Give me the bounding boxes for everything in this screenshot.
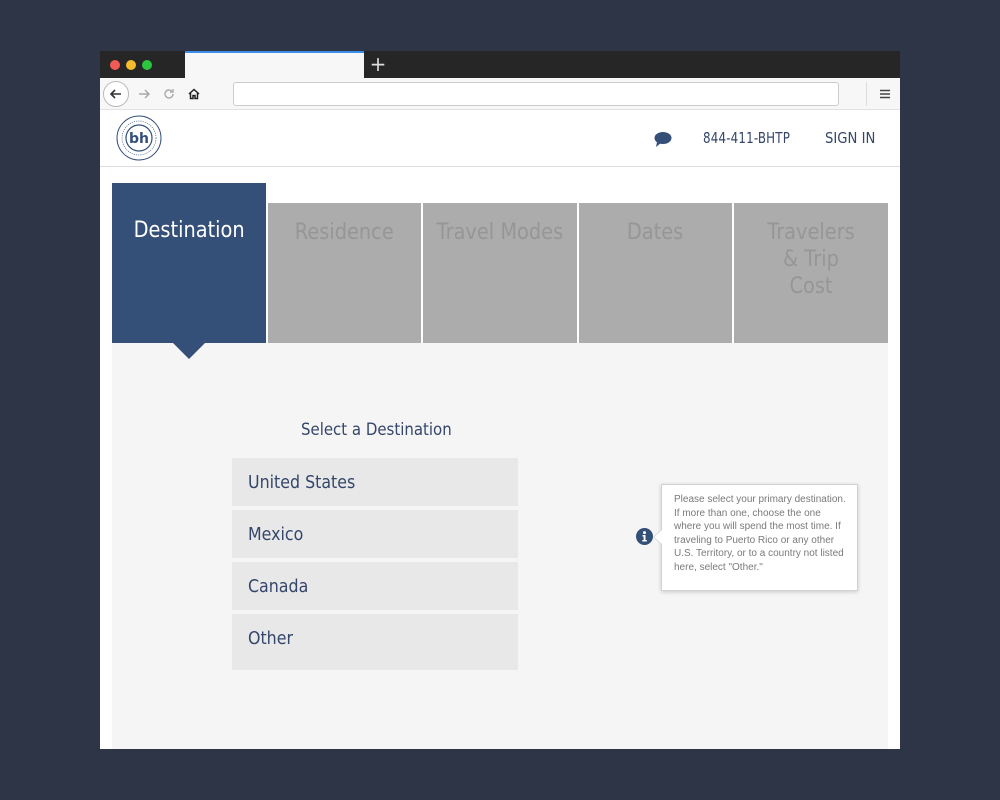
option-label: Mexico [248, 523, 304, 545]
chat-bubble-icon[interactable] [653, 130, 673, 148]
sign-in-link[interactable]: SIGN IN [825, 129, 875, 147]
option-canada[interactable]: Canada [232, 562, 518, 610]
step-label: Destination [133, 218, 245, 243]
progress-steps: Destination Residence Travel Modes Dates… [112, 183, 888, 359]
option-united-states[interactable]: United States [232, 458, 518, 506]
hamburger-menu-icon [880, 89, 890, 99]
step-destination[interactable]: Destination [112, 183, 266, 359]
back-button[interactable] [103, 81, 129, 107]
option-mexico[interactable]: Mexico [232, 510, 518, 558]
option-label: United States [248, 471, 356, 493]
step-label: Dates [627, 220, 684, 245]
arrow-right-icon [139, 89, 151, 99]
forward-button[interactable] [131, 81, 157, 107]
browser-tab[interactable] [185, 51, 364, 78]
maximize-window-button[interactable] [142, 60, 152, 70]
step-dates[interactable]: Dates [579, 203, 732, 343]
step-label: Travelers & Trip Cost [767, 220, 855, 299]
browser-window: + bh 844-411-BHTP SIGN IN Destination Re… [100, 51, 900, 749]
site-header: bh 844-411-BHTP SIGN IN [100, 111, 900, 167]
minimize-window-button[interactable] [126, 60, 136, 70]
step-label: Residence [294, 220, 394, 245]
phone-number-link[interactable]: 844-411-BHTP [703, 129, 790, 147]
step-residence[interactable]: Residence [268, 203, 421, 343]
option-label: Other [248, 627, 293, 649]
logo-text: bh [129, 131, 149, 147]
step-travelers-trip-cost[interactable]: Travelers & Trip Cost [734, 203, 888, 343]
home-icon [188, 88, 200, 100]
arrow-left-icon [109, 89, 121, 99]
reload-button[interactable] [156, 81, 182, 107]
info-circle-icon[interactable] [636, 528, 653, 545]
home-button[interactable] [181, 81, 207, 107]
reload-icon [164, 89, 174, 99]
navigation-bar [100, 78, 900, 110]
menu-button[interactable] [872, 81, 898, 107]
new-tab-button[interactable]: + [368, 53, 388, 75]
option-label: Canada [248, 575, 309, 597]
tab-strip: + [100, 51, 900, 78]
step-travel-modes[interactable]: Travel Modes [423, 203, 577, 343]
toolbar-divider [866, 82, 867, 106]
quote-content: Destination Residence Travel Modes Dates… [112, 168, 888, 749]
bhtp-logo[interactable]: bh [115, 114, 163, 162]
destination-tooltip: Please select your primary destination. … [653, 484, 858, 591]
option-other[interactable]: Other [232, 614, 518, 670]
section-title: Select a Destination [301, 420, 452, 440]
close-window-button[interactable] [110, 60, 120, 70]
url-bar[interactable] [233, 82, 839, 106]
step-label: Travel Modes [436, 220, 564, 245]
destination-options: United States Mexico Canada Other [232, 458, 518, 674]
